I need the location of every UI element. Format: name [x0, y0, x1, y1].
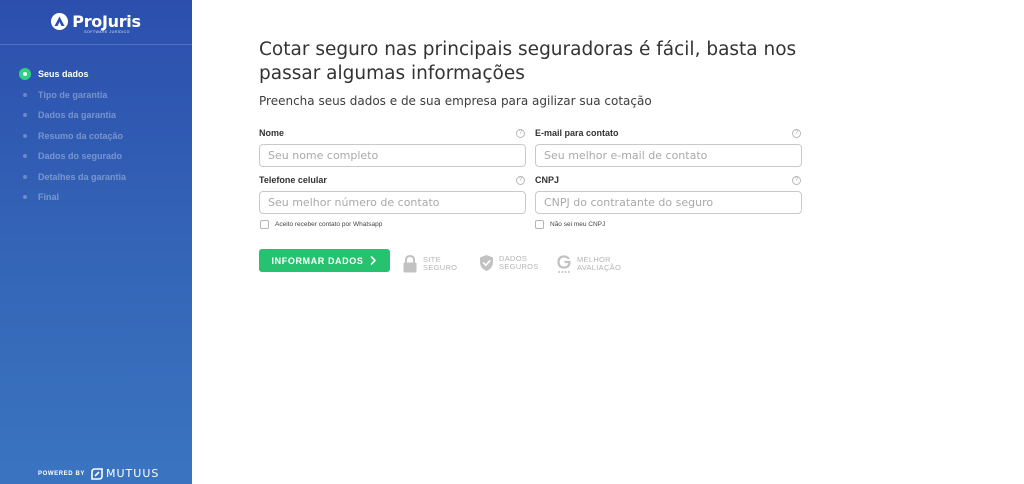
no-cnpj-checkbox-box[interactable]: [535, 220, 544, 229]
phone-input[interactable]: [259, 191, 526, 214]
mutuus-logo: MUTUUS: [91, 467, 159, 480]
step-detalhes-da-garantia[interactable]: Detalhes da garantia: [19, 167, 126, 188]
chevron-right-icon: [371, 256, 377, 265]
step-label: Final: [38, 192, 60, 203]
sidebar: ProJuris SOFTWARE JURÍDICO Seus dados Ti…: [0, 0, 192, 484]
step-dot-icon: [19, 130, 31, 142]
shield-icon: [480, 255, 493, 271]
step-dot-icon: [19, 89, 31, 101]
cnpj-field-group: CNPJ ?: [535, 174, 802, 214]
step-dot-icon: [19, 109, 31, 121]
step-resumo-da-cotacao[interactable]: Resumo da cotação: [19, 126, 126, 147]
brand-logo[interactable]: ProJuris SOFTWARE JURÍDICO: [0, 12, 192, 34]
no-cnpj-checkbox-label: Não sei meu CNPJ: [550, 221, 606, 228]
name-input[interactable]: [259, 144, 526, 167]
badge-line2: SEGUROS: [499, 262, 539, 271]
brand-name: ProJuris: [72, 12, 141, 31]
step-seus-dados[interactable]: Seus dados: [19, 64, 126, 85]
step-dot-icon: [19, 150, 31, 162]
powered-by[interactable]: POWERED BY MUTUUS: [38, 467, 159, 480]
badge-line2: SEGURO: [423, 263, 458, 272]
step-dados-da-garantia[interactable]: Dados da garantia: [19, 105, 126, 126]
page-subtitle: Preencha seus dados e de sua empresa par…: [259, 94, 652, 108]
name-field-group: Nome ?: [259, 127, 526, 167]
badge-melhor-avaliacao: MELHOR AVALIAÇÃO: [556, 254, 621, 274]
no-cnpj-checkbox[interactable]: Não sei meu CNPJ: [535, 220, 605, 229]
google-icon: [557, 255, 571, 273]
lock-icon: [403, 254, 417, 273]
step-label: Tipo de garantia: [38, 89, 108, 100]
step-dados-do-segurado[interactable]: Dados do segurado: [19, 146, 126, 167]
step-tipo-de-garantia[interactable]: Tipo de garantia: [19, 85, 126, 106]
badge-site-seguro: SITE SEGURO: [402, 254, 457, 274]
phone-field-group: Telefone celular ?: [259, 174, 526, 214]
powered-by-label: POWERED BY: [38, 470, 86, 477]
phone-label: Telefone celular: [259, 175, 327, 185]
step-final[interactable]: Final: [19, 187, 126, 208]
mutuus-logo-icon: [91, 467, 103, 480]
step-label: Resumo da cotação: [38, 130, 124, 141]
whatsapp-checkbox-label: Aceito receber contato por Whatsapp: [275, 221, 383, 228]
brand-tagline: SOFTWARE JURÍDICO: [84, 30, 130, 34]
step-label: Dados da garantia: [38, 110, 117, 121]
submit-button[interactable]: INFORMAR DADOS: [259, 249, 390, 272]
badge-dados-seguros: DADOS SEGUROS: [479, 254, 539, 272]
page-title: Cotar seguro nas principais seguradoras …: [259, 39, 797, 84]
step-label: Detalhes da garantia: [38, 171, 127, 182]
mutuus-name: MUTUUS: [106, 467, 160, 480]
step-label: Dados do segurado: [38, 151, 123, 162]
step-label: Seus dados: [38, 69, 89, 80]
cnpj-input[interactable]: [535, 191, 802, 214]
submit-button-label: INFORMAR DADOS: [271, 255, 364, 266]
email-label: E-mail para contato: [535, 128, 619, 138]
sidebar-divider: [0, 44, 192, 45]
step-dot-icon: [19, 171, 31, 183]
name-help-icon[interactable]: ?: [516, 128, 525, 138]
step-list: Seus dados Tipo de garantia Dados da gar…: [19, 64, 126, 208]
cnpj-label: CNPJ: [535, 175, 560, 185]
name-label: Nome: [259, 128, 285, 138]
whatsapp-checkbox[interactable]: Aceito receber contato por Whatsapp: [260, 220, 382, 229]
step-active-dot-icon: [19, 68, 31, 81]
email-help-icon[interactable]: ?: [792, 128, 801, 138]
cnpj-help-icon[interactable]: ?: [792, 175, 801, 185]
step-dot-icon: [19, 191, 31, 203]
badge-line2: AVALIAÇÃO: [577, 263, 622, 272]
email-input[interactable]: [535, 144, 802, 167]
phone-help-icon[interactable]: ?: [516, 175, 525, 185]
email-field-group: E-mail para contato ?: [535, 127, 802, 167]
whatsapp-checkbox-box[interactable]: [260, 220, 269, 229]
projuris-logo-icon: [51, 13, 69, 30]
